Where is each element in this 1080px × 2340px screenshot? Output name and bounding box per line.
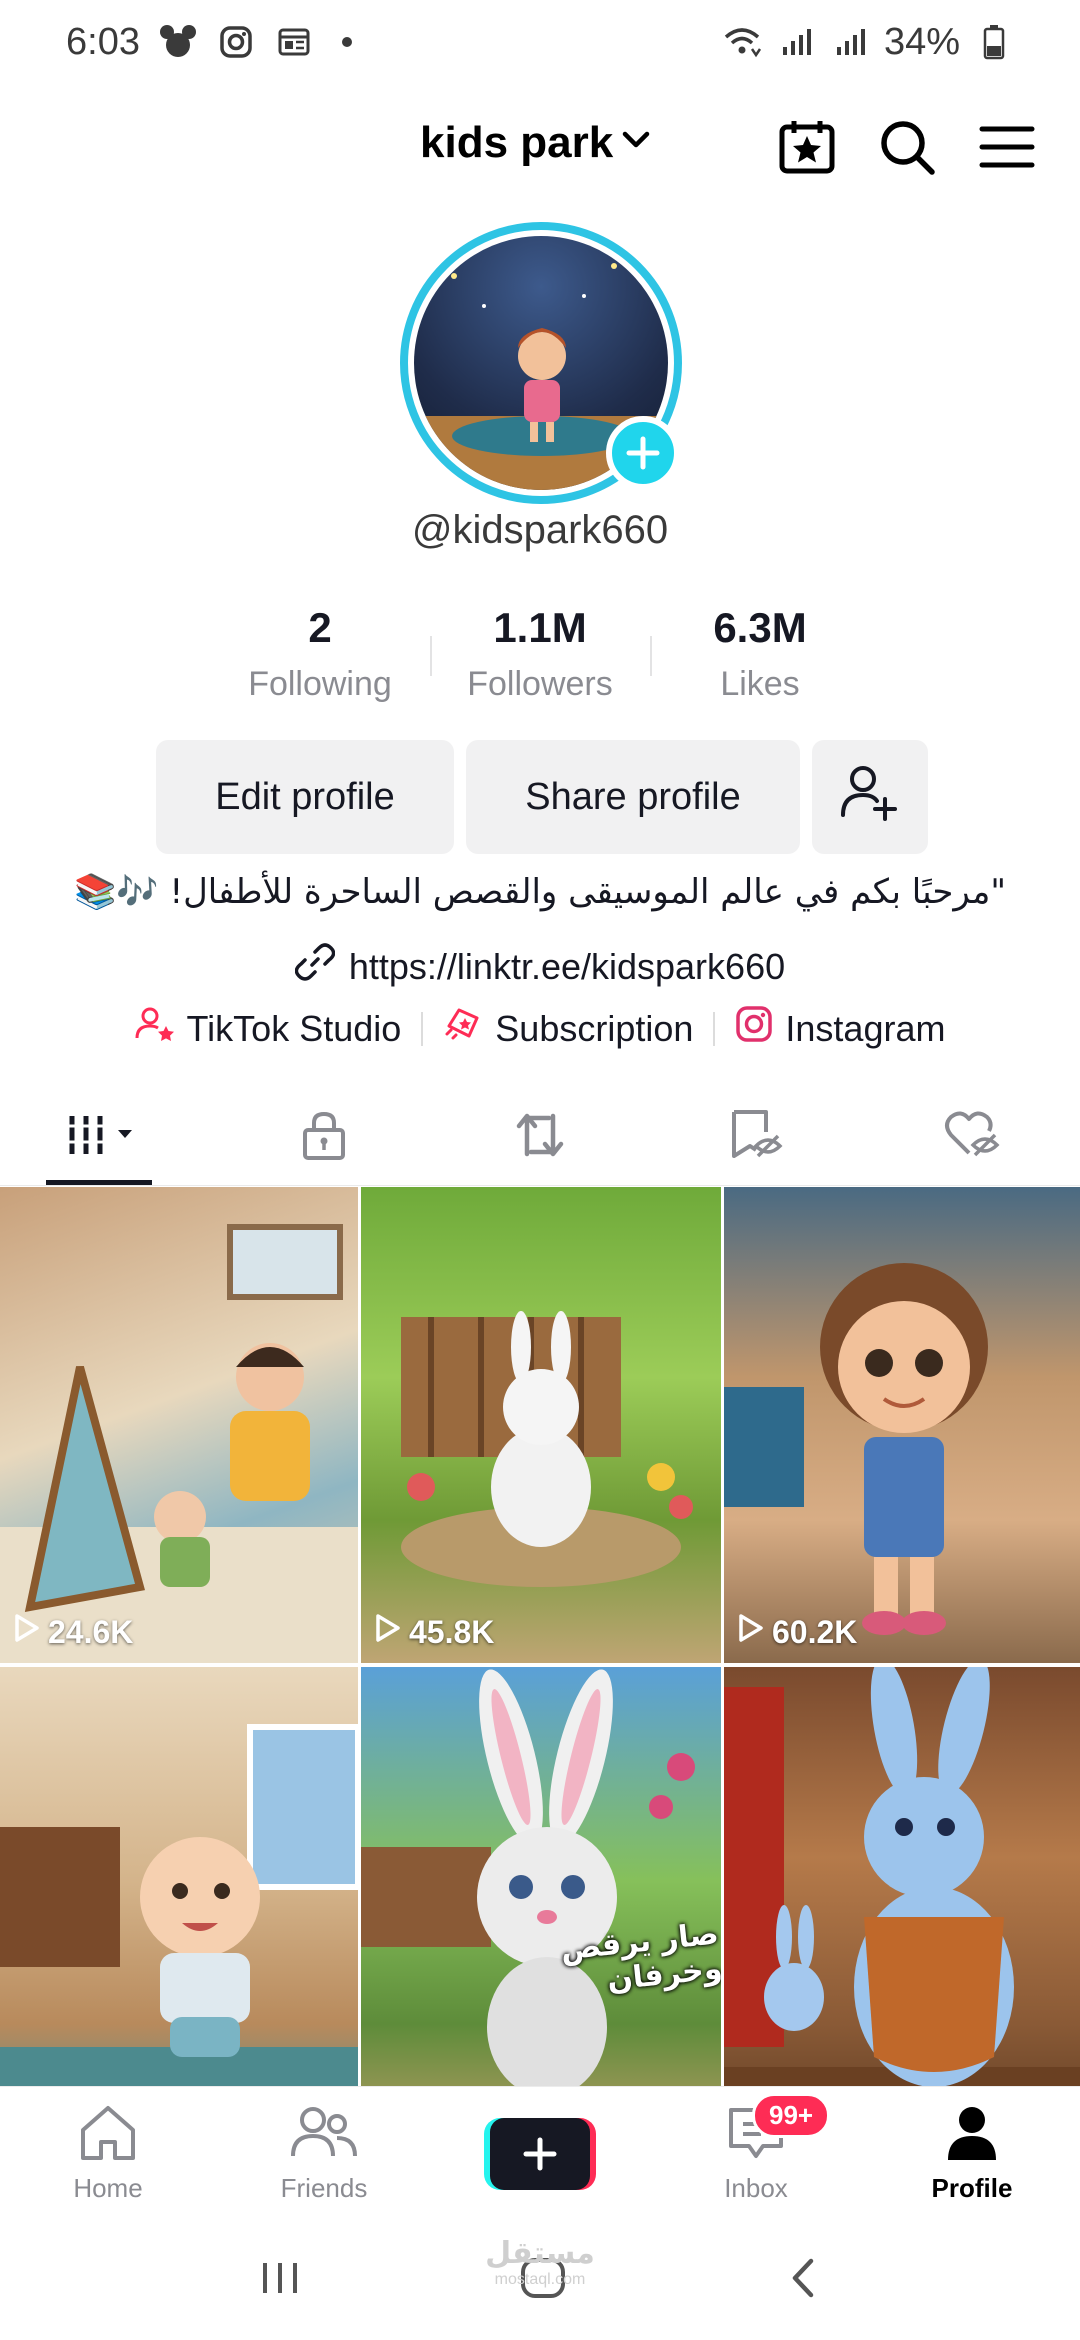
- video-thumbnail[interactable]: 24.6K: [0, 1187, 358, 1663]
- stat-value: 2: [308, 604, 332, 651]
- add-story-button[interactable]: [606, 416, 680, 490]
- wifi-icon: [722, 22, 762, 62]
- profile-avatar[interactable]: [400, 222, 682, 504]
- battery-percent: 34%: [883, 20, 960, 63]
- videos-grid-icon: [66, 1110, 150, 1165]
- profile-username: @kidspark660: [411, 508, 669, 552]
- tab-favorites[interactable]: [648, 1090, 864, 1185]
- link-icon: [294, 942, 336, 991]
- quick-link-label: Instagram: [785, 1007, 946, 1049]
- back-icon[interactable]: [783, 2255, 823, 2306]
- play-icon: [14, 1613, 40, 1651]
- private-lock-icon: [299, 1110, 349, 1165]
- notification-dot: [341, 37, 352, 47]
- instagram-icon: [735, 1005, 773, 1052]
- liked-hidden-icon: [943, 1109, 1001, 1166]
- edit-profile-button[interactable]: Edit profile: [156, 740, 454, 854]
- create-button[interactable]: [484, 2117, 596, 2190]
- play-icon: [738, 1613, 764, 1651]
- subscription-link[interactable]: Subscription: [423, 1004, 713, 1053]
- view-count-value: 60.2K: [772, 1613, 858, 1650]
- video-thumbnail[interactable]: [0, 1667, 358, 2143]
- plus-icon: [490, 2117, 590, 2190]
- video-thumbnail[interactable]: 45.8K: [361, 1187, 721, 1663]
- signal-icon: [776, 22, 816, 62]
- watermark-url: mostaql.com: [494, 2271, 586, 2288]
- instagram-icon: [216, 22, 256, 62]
- menu-icon[interactable]: [974, 114, 1040, 180]
- favorites-hidden-icon: [728, 1108, 784, 1167]
- profile-header: kids park: [0, 100, 1080, 196]
- link-text: https://linktr.ee/kidspark660: [348, 945, 786, 987]
- tab-reposts[interactable]: [432, 1090, 648, 1185]
- nav-label: Home: [73, 2172, 143, 2203]
- profile-bio: "مرحبًا بكم في عالم الموسيقى والقصص السا…: [73, 872, 1007, 912]
- search-icon[interactable]: [874, 114, 940, 180]
- share-profile-button[interactable]: Share profile: [466, 740, 800, 854]
- nav-inbox[interactable]: Inbox 99+: [648, 2087, 864, 2220]
- view-count: 24.6K: [14, 1613, 133, 1651]
- video-grid: 24.6K 45.8K 60.2K صار يرقص وخرفان: [0, 1187, 1080, 2143]
- home-icon: [77, 2104, 139, 2169]
- view-count-value: 45.8K: [409, 1613, 495, 1650]
- quick-link-label: TikTok Studio: [186, 1007, 402, 1049]
- stat-followers[interactable]: 1.1M Followers: [430, 600, 650, 710]
- profile-tabs: [0, 1090, 1080, 1186]
- tab-liked[interactable]: [864, 1090, 1080, 1185]
- battery-icon: [974, 22, 1014, 62]
- nav-create[interactable]: [432, 2087, 648, 2220]
- signal-icon: [830, 22, 870, 62]
- tab-videos[interactable]: [0, 1090, 216, 1185]
- status-bar: 6:03 34%: [0, 0, 1080, 84]
- nav-home[interactable]: Home: [0, 2087, 216, 2220]
- instagram-link[interactable]: Instagram: [715, 1005, 965, 1052]
- stat-label: Likes: [720, 665, 800, 703]
- stat-likes[interactable]: 6.3M Likes: [650, 600, 870, 710]
- nav-profile[interactable]: Profile: [864, 2087, 1080, 2220]
- quick-link-label: Subscription: [495, 1007, 694, 1049]
- inbox-badge: 99+: [752, 2093, 831, 2138]
- profile-actions: Edit profile Share profile: [156, 740, 928, 854]
- nav-label: Profile: [931, 2172, 1013, 2203]
- add-user-icon: [839, 761, 901, 833]
- studio-icon: [135, 1004, 175, 1053]
- video-thumbnail[interactable]: 60.2K: [724, 1187, 1080, 1663]
- tab-private[interactable]: [216, 1090, 432, 1185]
- video-thumbnail[interactable]: صار يرقص وخرفان: [361, 1667, 721, 2143]
- video-thumbnail[interactable]: [724, 1667, 1080, 2143]
- bottom-navigation: Home Friends Inbox 99+ Profile: [0, 2086, 1080, 2220]
- status-time: 6:03: [66, 20, 140, 63]
- stat-label: Followers: [467, 665, 613, 703]
- profile-stats: 2 Following 1.1M Followers 6.3M Likes: [210, 600, 870, 710]
- mickey-icon: [158, 22, 198, 62]
- nav-label: Friends: [280, 2172, 368, 2203]
- nav-friends[interactable]: Friends: [216, 2087, 432, 2220]
- view-count-value: 24.6K: [48, 1613, 134, 1650]
- watermark: مستقل mostaql.com: [470, 2236, 610, 2289]
- stat-label: Following: [248, 665, 392, 703]
- stat-following[interactable]: 2 Following: [210, 600, 430, 710]
- chevron-down-icon: [619, 118, 653, 168]
- nav-label: Inbox: [724, 2172, 788, 2203]
- profile-link[interactable]: https://linktr.ee/kidspark660: [0, 942, 1080, 991]
- stat-value: 6.3M: [713, 604, 807, 651]
- subscription-icon: [443, 1004, 483, 1053]
- watermark-text: مستقل: [485, 2237, 595, 2270]
- account-switcher[interactable]: kids park: [420, 118, 653, 168]
- add-friend-button[interactable]: [812, 740, 928, 854]
- calendar-star-icon[interactable]: [774, 114, 840, 180]
- recent-apps-icon[interactable]: [257, 2255, 303, 2306]
- profile-icon: [944, 2104, 1000, 2169]
- friends-icon: [291, 2104, 357, 2169]
- view-count: 45.8K: [375, 1613, 494, 1651]
- play-icon: [375, 1613, 401, 1651]
- view-count: 60.2K: [738, 1613, 857, 1651]
- tiktok-studio-link[interactable]: TikTok Studio: [115, 1004, 422, 1053]
- stat-value: 1.1M: [493, 604, 587, 651]
- news-icon: [274, 22, 314, 62]
- account-name: kids park: [420, 118, 614, 167]
- quick-links: TikTok Studio Subscription Instagram: [0, 1004, 1080, 1053]
- reposts-icon: [513, 1108, 567, 1167]
